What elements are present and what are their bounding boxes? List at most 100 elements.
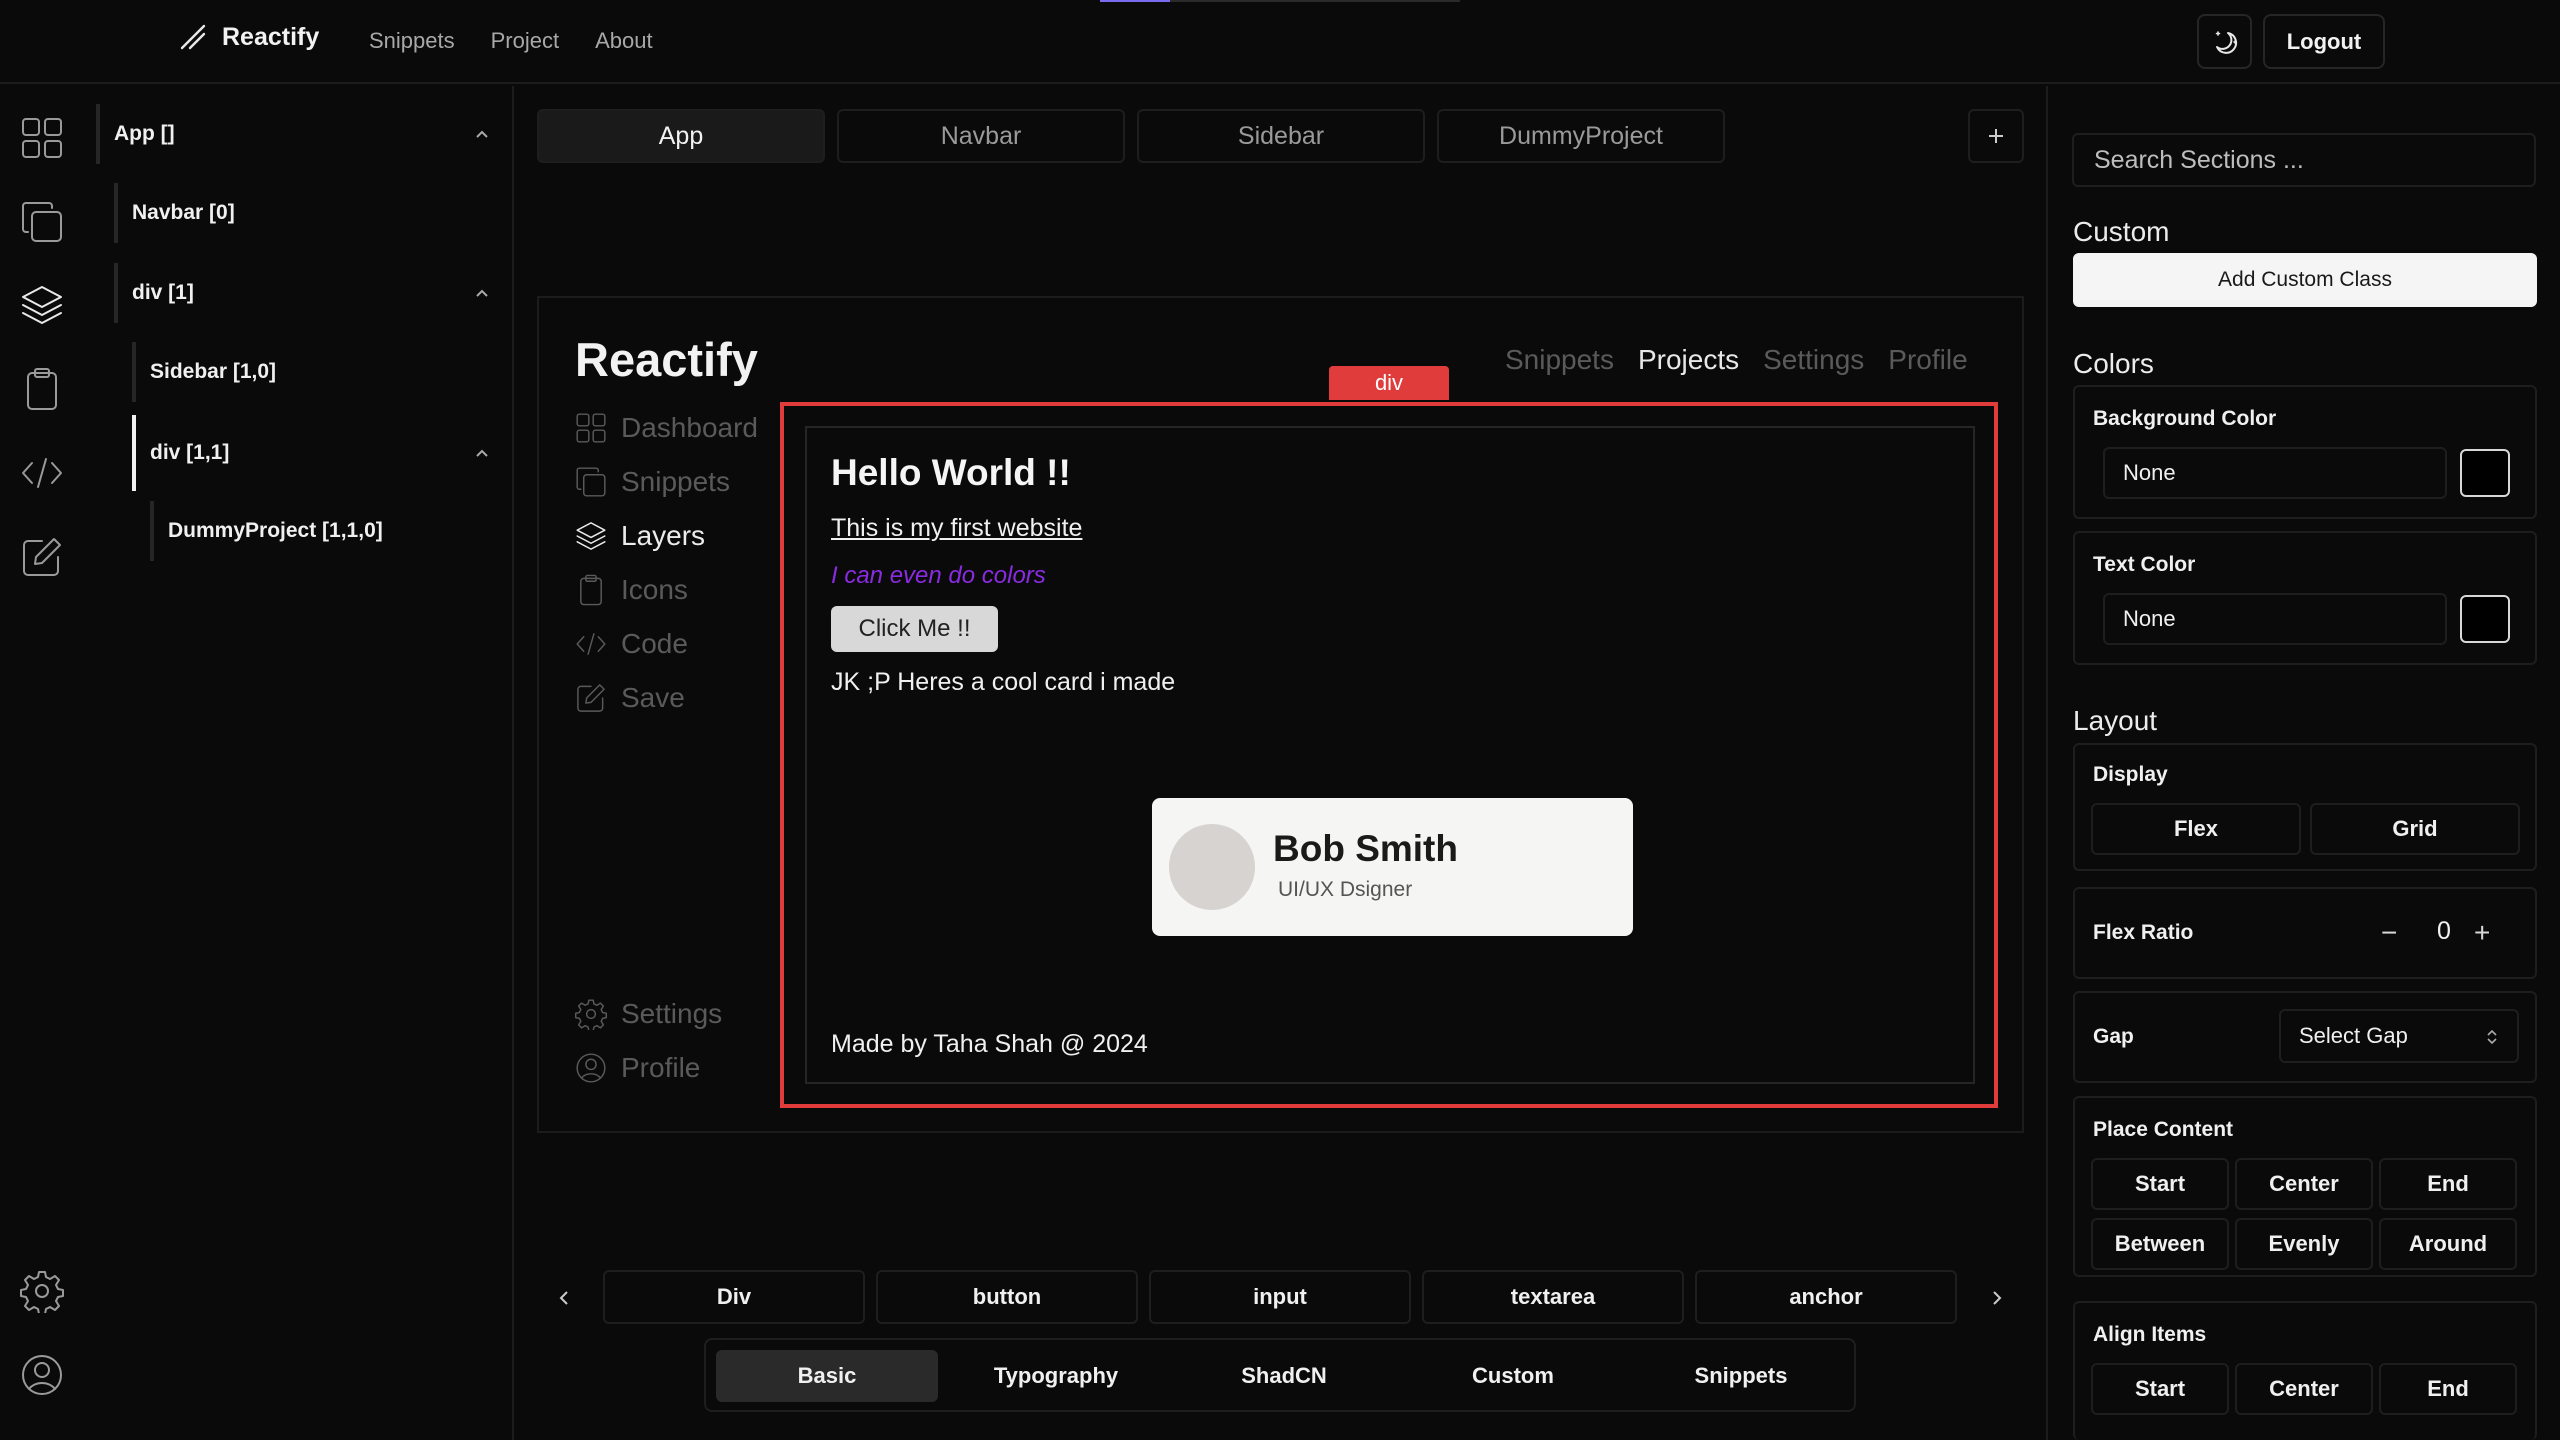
preview-nav-profile[interactable]: Profile <box>1888 344 1967 376</box>
gap-label: Gap <box>2093 1025 2134 1048</box>
section-title-layout: Layout <box>2073 705 2158 736</box>
preview-sidebar-dashboard[interactable]: Dashboard <box>575 412 758 444</box>
place-center-button[interactable]: Center <box>2235 1158 2373 1210</box>
chevron-up-icon[interactable] <box>472 443 492 463</box>
layer-node-selected[interactable]: div [1,1] <box>132 415 492 491</box>
gap-select[interactable]: Select Gap <box>2279 1009 2519 1063</box>
add-page-button[interactable] <box>1968 109 2024 163</box>
chevron-right-icon[interactable] <box>1981 1283 2011 1313</box>
layer-label: DummyProject [1,1,0] <box>168 519 383 542</box>
align-center-button[interactable]: Center <box>2235 1363 2373 1415</box>
layer-node[interactable]: DummyProject [1,1,0] <box>150 501 492 561</box>
preview-logo: Reactify <box>575 333 758 386</box>
divider <box>512 86 514 1440</box>
chevron-left-icon[interactable] <box>550 1283 580 1313</box>
selection-tag: div <box>1329 366 1449 400</box>
avatar <box>1169 824 1255 910</box>
settings-icon[interactable] <box>17 1266 67 1316</box>
clipboard-icon[interactable] <box>17 364 67 414</box>
chevron-up-icon[interactable] <box>472 124 492 144</box>
preview-nav-snippets[interactable]: Snippets <box>1505 344 1614 376</box>
preview-sidebar-label: Profile <box>621 1052 701 1083</box>
place-start-button[interactable]: Start <box>2091 1158 2229 1210</box>
place-content-group: Place Content Start Center End Between E… <box>2073 1096 2537 1277</box>
preview-sidebar-code[interactable]: Code <box>575 628 688 660</box>
theme-toggle-button[interactable] <box>2197 14 2252 69</box>
layer-node[interactable]: Sidebar [1,0] <box>132 342 492 402</box>
align-start-button[interactable]: Start <box>2091 1363 2229 1415</box>
place-end-button[interactable]: End <box>2379 1158 2517 1210</box>
preview-sidebar-settings[interactable]: Settings <box>575 998 722 1030</box>
profile-icon[interactable] <box>17 1350 67 1400</box>
preview-heading: Hello World !! <box>831 452 1071 493</box>
preview-canvas[interactable]: Reactify Snippets Projects Settings Prof… <box>537 296 2024 1133</box>
layer-node[interactable]: Navbar [0] <box>114 183 492 243</box>
preview-nav-projects[interactable]: Projects <box>1638 344 1739 376</box>
layer-node[interactable]: App [] <box>96 104 492 164</box>
background-color-input[interactable]: None <box>2103 447 2447 499</box>
text-color-input[interactable]: None <box>2103 593 2447 645</box>
code-icon[interactable] <box>17 448 67 498</box>
preview-footer: Made by Taha Shah @ 2024 <box>831 1030 1148 1058</box>
tab-typography[interactable]: Typography <box>945 1350 1167 1402</box>
tab-custom[interactable]: Custom <box>1402 1350 1624 1402</box>
snippets-icon[interactable] <box>17 197 67 247</box>
selected-div[interactable]: Hello World !! This is my first website … <box>805 426 1975 1084</box>
component-anchor[interactable]: anchor <box>1695 1270 1957 1324</box>
selection-outline[interactable]: Hello World !! This is my first website … <box>780 402 1998 1108</box>
display-flex-button[interactable]: Flex <box>2091 803 2301 855</box>
component-button[interactable]: button <box>876 1270 1138 1324</box>
preview-sidebar-snippets[interactable]: Snippets <box>575 466 730 498</box>
place-around-button[interactable]: Around <box>2379 1218 2517 1270</box>
page-tab-dummyproject[interactable]: DummyProject <box>1437 109 1725 163</box>
dashboard-icon[interactable] <box>17 113 67 163</box>
search-input[interactable]: Search Sections ... <box>2072 133 2536 187</box>
preview-sidebar-label: Save <box>621 682 685 713</box>
page-tab-app[interactable]: App <box>537 109 825 163</box>
align-end-button[interactable]: End <box>2379 1363 2517 1415</box>
preview-sidebar-layers[interactable]: Layers <box>575 520 705 552</box>
tab-basic[interactable]: Basic <box>716 1350 938 1402</box>
nav-snippets[interactable]: Snippets <box>369 28 455 54</box>
display-grid-button[interactable]: Grid <box>2310 803 2520 855</box>
dashboard-icon <box>576 413 606 443</box>
component-div[interactable]: Div <box>603 1270 865 1324</box>
nav-project[interactable]: Project <box>491 28 559 54</box>
background-color-swatch[interactable] <box>2460 449 2510 497</box>
brand-name: Reactify <box>222 22 320 51</box>
preview-nav-settings[interactable]: Settings <box>1763 344 1864 376</box>
text-color-group: Text Color None <box>2073 531 2537 665</box>
preview-sidebar-icons[interactable]: Icons <box>575 574 688 606</box>
place-between-button[interactable]: Between <box>2091 1218 2229 1270</box>
tab-shadcn[interactable]: ShadCN <box>1173 1350 1395 1402</box>
flex-ratio-increment[interactable]: + <box>2474 917 2490 949</box>
page-tab-navbar[interactable]: Navbar <box>837 109 1125 163</box>
preview-sidebar-profile[interactable]: Profile <box>575 1052 700 1084</box>
preview-click-button[interactable]: Click Me !! <box>831 606 998 652</box>
chevron-up-icon[interactable] <box>472 283 492 303</box>
add-custom-class-button[interactable]: Add Custom Class <box>2073 253 2537 307</box>
component-textarea[interactable]: textarea <box>1422 1270 1684 1324</box>
preview-link[interactable]: This is my first website <box>831 514 1082 543</box>
card-name: Bob Smith <box>1273 828 1458 869</box>
settings-icon <box>575 999 607 1030</box>
page-tab-sidebar[interactable]: Sidebar <box>1137 109 1425 163</box>
top-header: Reactify Snippets Project About Logout <box>0 0 2560 84</box>
layers-icon[interactable] <box>17 280 67 330</box>
preview-sidebar-save[interactable]: Save <box>575 682 685 714</box>
profile-icon <box>576 1053 606 1083</box>
component-input[interactable]: input <box>1149 1270 1411 1324</box>
preview-sidebar-label: Settings <box>621 998 723 1029</box>
layer-node[interactable]: div [1] <box>114 263 492 323</box>
flex-ratio-decrement[interactable]: − <box>2381 917 2397 949</box>
tab-snippets[interactable]: Snippets <box>1630 1350 1852 1402</box>
align-items-group: Align Items Start Center End <box>2073 1301 2537 1440</box>
nav-about[interactable]: About <box>595 28 653 54</box>
preview-nav: Snippets Projects Settings Profile <box>1505 344 1968 376</box>
brand[interactable]: Reactify <box>178 22 319 52</box>
edit-icon[interactable] <box>17 532 67 582</box>
text-color-swatch[interactable] <box>2460 595 2510 643</box>
logout-button[interactable]: Logout <box>2263 14 2385 69</box>
divider <box>2046 86 2048 1440</box>
place-evenly-button[interactable]: Evenly <box>2235 1218 2373 1270</box>
